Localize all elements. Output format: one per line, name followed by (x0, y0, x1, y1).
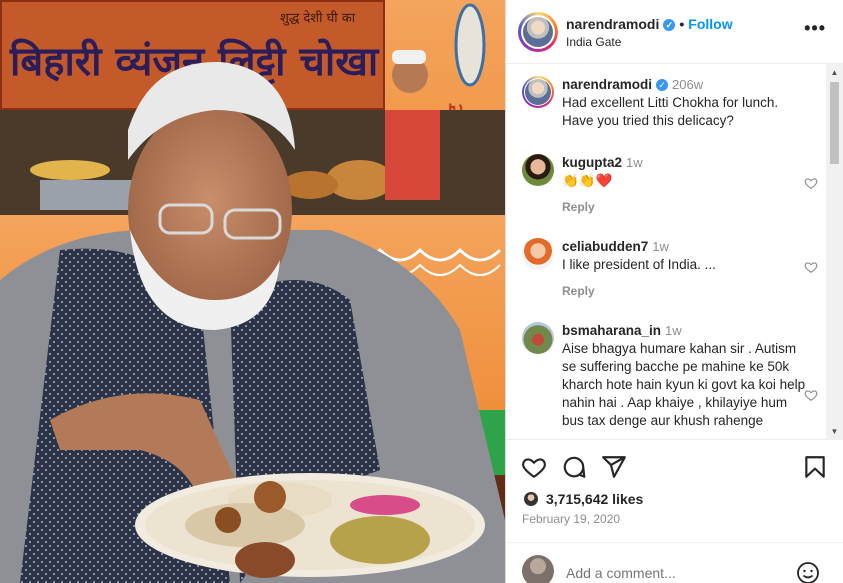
author-username[interactable]: narendramodi (566, 16, 659, 32)
heart-icon[interactable] (804, 388, 818, 402)
comment-time[interactable]: 1w (665, 323, 682, 338)
post-image: शुद्ध देशी घी का बिहारी व्यंजन लिट्टी चो… (0, 0, 505, 583)
scrollbar-thumb[interactable] (830, 82, 839, 164)
comment-item: celiabudden7 1w I like president of India… (522, 238, 822, 302)
likes-count[interactable]: 3,715,642 likes (546, 491, 643, 507)
comment-username[interactable]: narendramodi (562, 77, 652, 92)
location-link[interactable]: India Gate (566, 35, 621, 49)
comment-username[interactable]: celiabudden7 (562, 239, 648, 254)
comment-time[interactable]: 1w (652, 239, 669, 254)
scroll-down-icon[interactable]: ▼ (826, 423, 843, 440)
comment-text: I like president of India. ... (562, 257, 716, 272)
follow-button[interactable]: Follow (688, 16, 732, 32)
author-username-row: narendramodi ✓ • Follow (566, 16, 733, 32)
comment-time[interactable]: 1w (626, 155, 643, 170)
reply-button[interactable]: Reply (562, 198, 812, 216)
verified-icon: ✓ (663, 19, 676, 31)
comment-avatar[interactable] (522, 322, 554, 354)
comment-item: kugupta2 1w 👏👏❤️ Reply (522, 154, 822, 218)
banner-small-text: शुद्ध देशी घी का (280, 10, 356, 26)
add-comment-bar (506, 542, 843, 583)
post-photo[interactable]: शुद्ध देशी घी का बिहारी व्यंजन लिट्टी चो… (0, 0, 505, 583)
heart-icon[interactable] (804, 260, 818, 274)
separator-dot: • (679, 16, 685, 32)
current-user-avatar (522, 555, 554, 583)
comments-list[interactable]: narendramodi ✓ 206w Had excellent Litti Ch… (506, 64, 843, 440)
comment-avatar[interactable] (522, 238, 554, 270)
comment-text: Aise bhagya humare kahan sir . Autism se… (562, 341, 806, 428)
comment-item: bsmaharana_in 1w Aise bhagya humare kahan… (522, 322, 822, 439)
post-header: narendramodi ✓ • Follow India Gate ••• (506, 0, 843, 64)
post-actions: 3,715,642 likes February 19, 2020 (506, 440, 843, 583)
comment-username[interactable]: kugupta2 (562, 155, 622, 170)
more-icon[interactable]: ••• (804, 18, 826, 39)
caption-avatar[interactable] (522, 76, 554, 108)
author-avatar[interactable] (518, 12, 558, 52)
emoji-icon[interactable] (796, 561, 820, 583)
comments-scrollbar[interactable]: ▲ ▼ (826, 64, 843, 440)
verified-icon: ✓ (656, 79, 669, 91)
comment-username[interactable]: bsmaharana_in (562, 323, 661, 338)
comment-time[interactable]: 206w (672, 77, 703, 92)
reply-button[interactable]: Reply (562, 282, 812, 300)
caption-comment: narendramodi ✓ 206w Had excellent Litti Ch… (522, 76, 822, 136)
heart-icon[interactable] (804, 176, 818, 190)
comment-text: Had excellent Litti Chokha for lunch. Ha… (562, 95, 779, 128)
comment-icon[interactable] (561, 454, 587, 480)
like-heart-icon[interactable] (521, 454, 547, 480)
scroll-up-icon[interactable]: ▲ (826, 64, 843, 81)
post-sidebar: narendramodi ✓ • Follow India Gate ••• nare… (505, 0, 843, 583)
liker-avatar (522, 490, 540, 508)
post-date[interactable]: February 19, 2020 (522, 512, 620, 526)
add-comment-input[interactable] (566, 565, 766, 581)
comment-text: 👏👏❤️ (562, 173, 613, 188)
likes-row[interactable]: 3,715,642 likes (522, 488, 643, 510)
bookmark-icon[interactable] (802, 454, 828, 480)
comment-avatar[interactable] (522, 154, 554, 186)
share-icon[interactable] (601, 454, 627, 480)
